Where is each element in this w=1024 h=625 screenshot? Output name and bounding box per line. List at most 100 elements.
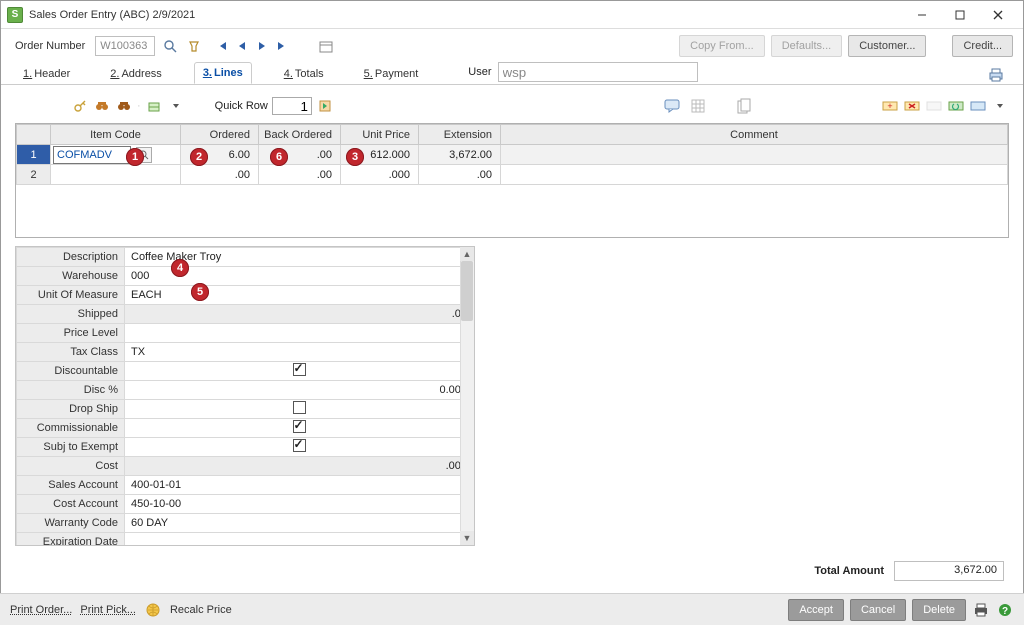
print-order-button[interactable]: Print Order... <box>10 604 72 616</box>
col-back-ordered[interactable]: Back Ordered <box>259 125 341 145</box>
cell-comment[interactable] <box>501 145 1008 165</box>
cell-comment[interactable] <box>501 165 1008 185</box>
comment-icon[interactable] <box>663 97 681 115</box>
grid-icon[interactable] <box>689 97 707 115</box>
help-icon[interactable]: ? <box>996 601 1014 619</box>
dropdown-icon[interactable] <box>167 97 185 115</box>
cell-unit-price[interactable]: .000 <box>341 165 419 185</box>
nav-last-icon[interactable] <box>273 37 291 55</box>
col-ordered[interactable]: Ordered <box>181 125 259 145</box>
cell-ordered[interactable]: .00 <box>181 165 259 185</box>
row-reset-icon[interactable] <box>947 97 965 115</box>
cell-item-code[interactable] <box>51 145 181 165</box>
cell-extension[interactable]: .00 <box>419 165 501 185</box>
recalc-price-button[interactable]: Recalc Price <box>170 604 232 616</box>
val-uom[interactable]: EACH <box>125 286 474 305</box>
val-warranty[interactable]: 60 DAY <box>125 514 474 533</box>
val-commissionable[interactable] <box>125 419 474 438</box>
col-item-code[interactable]: Item Code <box>51 125 181 145</box>
nav-next-icon[interactable] <box>253 37 271 55</box>
tab-address[interactable]: 2.Address <box>102 64 170 84</box>
order-toolbar: Order Number Copy From... Defaults... Cu… <box>1 29 1023 61</box>
scroll-thumb[interactable] <box>461 261 473 321</box>
row-dropdown-icon[interactable] <box>991 97 1009 115</box>
item-code-input[interactable] <box>53 146 131 164</box>
cell-ordered[interactable]: 6.00 <box>181 145 259 165</box>
tab-payment[interactable]: 5.Payment <box>356 64 427 84</box>
cell-extension[interactable]: 3,672.00 <box>419 145 501 165</box>
accept-button[interactable]: Accept <box>788 599 844 621</box>
window-title: Sales Order Entry (ABC) 2/9/2021 <box>29 9 195 21</box>
binoculars-left-icon[interactable] <box>93 97 111 115</box>
cell-back-ordered[interactable]: .00 <box>259 145 341 165</box>
col-comment[interactable]: Comment <box>501 125 1008 145</box>
grid-row[interactable]: 1 6.00 .00 612.000 3,672.00 <box>17 145 1008 165</box>
lbl-warranty: Warranty Code <box>17 514 125 533</box>
val-sales-acct[interactable]: 400-01-01 <box>125 476 474 495</box>
nav-prev-icon[interactable] <box>233 37 251 55</box>
val-discountable[interactable] <box>125 362 474 381</box>
tab-lines[interactable]: 3.Lines <box>194 62 252 84</box>
calendar-icon[interactable] <box>317 37 335 55</box>
tab-header[interactable]: 1.Header <box>15 64 78 84</box>
print-icon[interactable] <box>972 601 990 619</box>
cell-unit-price[interactable]: 612.000 <box>341 145 419 165</box>
discountable-checkbox[interactable] <box>293 363 306 376</box>
val-exp-date[interactable] <box>125 533 474 547</box>
quick-row-go-icon[interactable] <box>316 97 334 115</box>
cell-item-code[interactable] <box>51 165 181 185</box>
cell-back-ordered[interactable]: .00 <box>259 165 341 185</box>
package-icon[interactable] <box>145 97 163 115</box>
key-icon[interactable] <box>71 97 89 115</box>
lines-toolbar: · Quick Row + <box>15 93 1009 119</box>
tab-totals[interactable]: 4.Totals <box>276 64 332 84</box>
close-button[interactable] <box>979 2 1017 28</box>
binoculars-right-icon[interactable] <box>115 97 133 115</box>
row-delete-icon[interactable] <box>903 97 921 115</box>
order-number-input[interactable] <box>95 36 155 56</box>
scroll-down-icon[interactable]: ▼ <box>460 531 474 545</box>
user-input[interactable] <box>498 62 698 82</box>
totals-row: Total Amount 3,672.00 <box>814 561 1004 581</box>
detail-scrollbar[interactable]: ▲ ▼ <box>460 247 474 545</box>
subj-exempt-checkbox[interactable] <box>293 439 306 452</box>
copy-page-icon[interactable] <box>735 97 753 115</box>
printer-icon[interactable] <box>987 66 1005 84</box>
credit-button[interactable]: Credit... <box>952 35 1013 57</box>
col-extension[interactable]: Extension <box>419 125 501 145</box>
minimize-button[interactable] <box>903 2 941 28</box>
val-warehouse[interactable]: 000 <box>125 267 474 286</box>
scroll-up-icon[interactable]: ▲ <box>460 247 474 261</box>
val-drop-ship[interactable] <box>125 400 474 419</box>
row-number[interactable]: 1 <box>17 145 51 165</box>
search-icon[interactable] <box>161 37 179 55</box>
print-pick-button[interactable]: Print Pick... <box>80 604 136 616</box>
row-more-icon[interactable] <box>969 97 987 115</box>
val-disc-pct[interactable]: 0.000 <box>125 381 474 400</box>
row-undo-icon[interactable] <box>925 97 943 115</box>
titlebar: S Sales Order Entry (ABC) 2/9/2021 <box>1 1 1023 29</box>
val-subj-exempt[interactable] <box>125 438 474 457</box>
val-cost-acct[interactable]: 450-10-00 <box>125 495 474 514</box>
drop-ship-checkbox[interactable] <box>293 401 306 414</box>
total-amount-value: 3,672.00 <box>894 561 1004 581</box>
val-tax-class[interactable]: TX <box>125 343 474 362</box>
delete-button[interactable]: Delete <box>912 599 966 621</box>
commissionable-checkbox[interactable] <box>293 420 306 433</box>
recalc-globe-icon[interactable] <box>144 601 162 619</box>
item-lookup-icon[interactable] <box>136 147 152 163</box>
customer-button[interactable]: Customer... <box>848 35 926 57</box>
val-price-level[interactable] <box>125 324 474 343</box>
col-unit-price[interactable]: Unit Price <box>341 125 419 145</box>
grid-row[interactable]: 2 .00 .00 .000 .00 <box>17 165 1008 185</box>
defaults-button[interactable]: Defaults... <box>771 35 843 57</box>
flashlight-icon[interactable] <box>185 37 203 55</box>
quick-row-input[interactable] <box>272 97 312 115</box>
val-description[interactable]: Coffee Maker Troy <box>125 248 474 267</box>
copy-from-button[interactable]: Copy From... <box>679 35 765 57</box>
row-number[interactable]: 2 <box>17 165 51 185</box>
cancel-button[interactable]: Cancel <box>850 599 906 621</box>
nav-first-icon[interactable] <box>213 37 231 55</box>
maximize-button[interactable] <box>941 2 979 28</box>
row-add-icon[interactable]: + <box>881 97 899 115</box>
